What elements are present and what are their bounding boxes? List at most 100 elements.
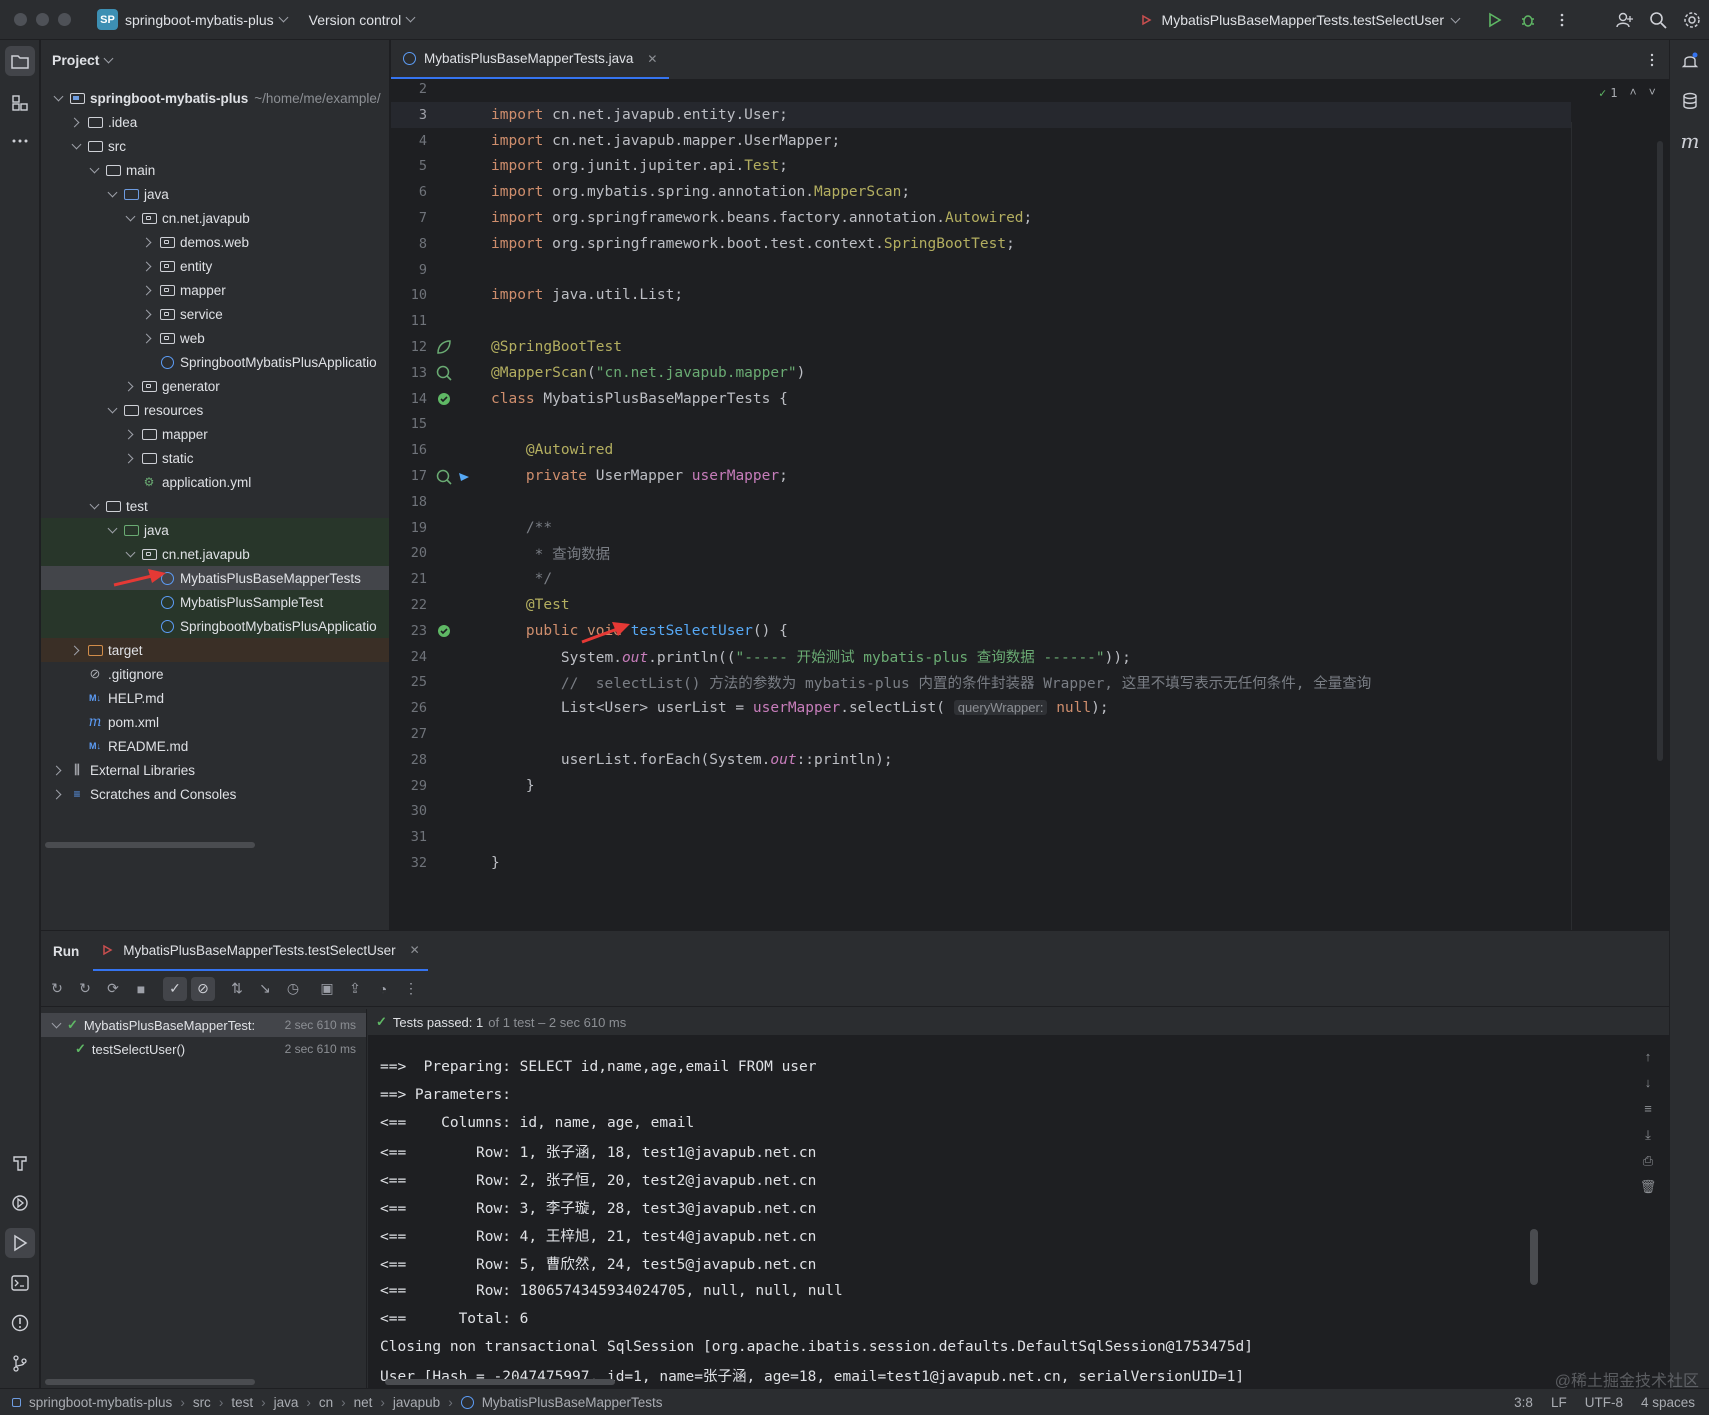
- run-tool-button[interactable]: [5, 1228, 35, 1258]
- tree-item[interactable]: M↓ HELP.md: [41, 686, 389, 710]
- trash-icon[interactable]: 🗑: [1628, 1179, 1668, 1205]
- settings-button[interactable]: [1675, 0, 1709, 40]
- tree-item[interactable]: .idea: [41, 110, 389, 134]
- chevron-right-icon[interactable]: [69, 115, 83, 129]
- minimize-window-icon[interactable]: [36, 13, 49, 26]
- code-line[interactable]: 14 class MybatisPlusBaseMapperTests {: [391, 386, 1571, 412]
- project-badge[interactable]: SP: [97, 9, 118, 30]
- code-line[interactable]: 32}: [391, 850, 1571, 876]
- chevron-right-icon[interactable]: [51, 763, 65, 777]
- caret-position[interactable]: 3:8: [1514, 1395, 1533, 1410]
- rerun-failed-button[interactable]: ↻: [73, 977, 97, 1001]
- chevron-right-icon[interactable]: [123, 427, 137, 441]
- chevron-down-icon[interactable]: [51, 91, 65, 105]
- autowired-bean-gutter-icon[interactable]: [435, 467, 469, 485]
- editor-tabs-menu[interactable]: [1635, 40, 1669, 80]
- chevron-right-icon[interactable]: [141, 307, 155, 321]
- tree-item[interactable]: cn.net.javapub: [41, 542, 389, 566]
- chevron-right-icon[interactable]: [141, 235, 155, 249]
- tree-item[interactable]: ⚙ application.yml: [41, 470, 389, 494]
- code-line[interactable]: 28 userList.forEach(System.out::println)…: [391, 747, 1571, 773]
- code-line[interactable]: 8 import org.springframework.boot.test.co…: [391, 231, 1571, 257]
- close-tab-icon[interactable]: ✕: [647, 52, 657, 66]
- spring-leaf-gutter-icon[interactable]: [435, 338, 453, 356]
- project-switcher[interactable]: springboot-mybatis-plus: [125, 12, 289, 28]
- tree-item[interactable]: java: [41, 182, 389, 206]
- run-console[interactable]: ✓ Tests passed: 1 of 1 test – 2 sec 610 …: [368, 1009, 1669, 1389]
- scroll-to-end-icon[interactable]: ⤓: [1628, 1127, 1668, 1153]
- code-line[interactable]: 18: [391, 489, 1571, 515]
- print-icon[interactable]: ⎙: [1628, 1153, 1668, 1179]
- chevron-down-icon[interactable]: [123, 547, 137, 561]
- services-tool-button[interactable]: [5, 1188, 35, 1218]
- code-line[interactable]: 24 System.out.println(("----- 开始测试 mybat…: [391, 644, 1571, 670]
- terminal-tool-button[interactable]: [5, 1268, 35, 1298]
- database-tool-button[interactable]: [1675, 86, 1705, 116]
- structure-tool-button[interactable]: [5, 88, 35, 118]
- chevron-right-icon[interactable]: [141, 259, 155, 273]
- line-separator[interactable]: LF: [1551, 1395, 1567, 1410]
- chevron-down-icon[interactable]: ˅: [1649, 85, 1656, 100]
- console-scrollbar[interactable]: [1530, 1229, 1538, 1285]
- more-actions-button[interactable]: [1545, 0, 1579, 40]
- code-line[interactable]: 10 import java.util.List;: [391, 282, 1571, 308]
- test-case-row[interactable]: ✓ testSelectUser() 2 sec 610 ms: [41, 1037, 366, 1061]
- sort-duration-button[interactable]: ↘: [253, 977, 277, 1001]
- tree-item[interactable]: static: [41, 446, 389, 470]
- more-run-actions-button[interactable]: ⋮: [399, 977, 423, 1001]
- search-everywhere-button[interactable]: [1641, 0, 1675, 40]
- code-line[interactable]: 13 @MapperScan("cn.net.javapub.mapper"): [391, 360, 1571, 386]
- tree-item[interactable]: entity: [41, 254, 389, 278]
- code-line[interactable]: 16 @Autowired: [391, 437, 1571, 463]
- tree-item[interactable]: web: [41, 326, 389, 350]
- inspection-widget[interactable]: ✓ 1 ˄ ˅: [1599, 85, 1656, 100]
- breadcrumb-item[interactable]: src: [193, 1395, 211, 1410]
- horizontal-scrollbar[interactable]: [45, 842, 255, 848]
- editor-tab[interactable]: MybatisPlusBaseMapperTests.java ✕: [391, 40, 670, 79]
- code-line[interactable]: 31: [391, 824, 1571, 850]
- arrow-up-icon[interactable]: ↑: [1628, 1049, 1668, 1075]
- show-passed-button[interactable]: ✓: [163, 976, 187, 1001]
- breadcrumb-item[interactable]: java: [274, 1395, 299, 1410]
- tree-item[interactable]: SpringbootMybatisPlusApplicatio: [41, 614, 389, 638]
- code-line[interactable]: 25 // selectList() 方法的参数为 mybatis-plus 内…: [391, 669, 1571, 695]
- code-line[interactable]: 2: [391, 76, 1571, 102]
- code-with-me-button[interactable]: [1607, 0, 1641, 40]
- code-line[interactable]: 19 /**: [391, 515, 1571, 541]
- chevron-right-icon[interactable]: [123, 451, 137, 465]
- run-config-selector[interactable]: MybatisPlusBaseMapperTests.testSelectUse…: [1140, 12, 1461, 28]
- code-line[interactable]: 23 public void testSelectUser() {: [391, 618, 1571, 644]
- code-line[interactable]: 15: [391, 411, 1571, 437]
- test-tree-scrollbar[interactable]: [45, 1379, 255, 1385]
- breadcrumb-item[interactable]: javapub: [393, 1395, 440, 1410]
- chevron-right-icon[interactable]: [69, 643, 83, 657]
- chevron-right-icon[interactable]: [123, 379, 137, 393]
- tree-item[interactable]: ⫼ External Libraries: [41, 758, 389, 782]
- chevron-down-icon[interactable]: [105, 523, 119, 537]
- stop-button[interactable]: ■: [129, 977, 153, 1001]
- test-suite-row[interactable]: ✓ MybatisPlusBaseMapperTest: 2 sec 610 ms: [41, 1013, 366, 1037]
- chevron-down-icon[interactable]: [123, 211, 137, 225]
- soft-wrap-icon[interactable]: ≡: [1628, 1101, 1668, 1127]
- code-line[interactable]: 12 @SpringBootTest: [391, 334, 1571, 360]
- breadcrumb-item[interactable]: MybatisPlusBaseMapperTests: [482, 1395, 663, 1410]
- code-line[interactable]: 5 import org.junit.jupiter.api.Test;: [391, 153, 1571, 179]
- breadcrumb-item[interactable]: net: [354, 1395, 373, 1410]
- code-line[interactable]: 22 @Test: [391, 592, 1571, 618]
- code-line[interactable]: 17 private UserMapper userMapper;: [391, 463, 1571, 489]
- code-line[interactable]: 20 * 查询数据: [391, 540, 1571, 566]
- code-line[interactable]: 4 import cn.net.javapub.mapper.UserMapper…: [391, 128, 1571, 154]
- tree-item[interactable]: resources: [41, 398, 389, 422]
- chevron-down-icon[interactable]: [105, 187, 119, 201]
- code-line[interactable]: 27: [391, 721, 1571, 747]
- code-line[interactable]: 3 import cn.net.javapub.entity.User;: [391, 101, 1571, 128]
- notifications-button[interactable]: [1675, 46, 1705, 76]
- tree-item[interactable]: MybatisPlusSampleTest: [41, 590, 389, 614]
- project-panel-header[interactable]: Project: [41, 40, 389, 80]
- breadcrumb-item[interactable]: springboot-mybatis-plus: [29, 1395, 172, 1410]
- close-window-icon[interactable]: [14, 13, 27, 26]
- vcs-menu[interactable]: Version control: [309, 12, 416, 28]
- tree-item[interactable]: m pom.xml: [41, 710, 389, 734]
- export-button[interactable]: ⇪: [343, 977, 367, 1001]
- run-tab[interactable]: MybatisPlusBaseMapperTests.testSelectUse…: [93, 931, 428, 971]
